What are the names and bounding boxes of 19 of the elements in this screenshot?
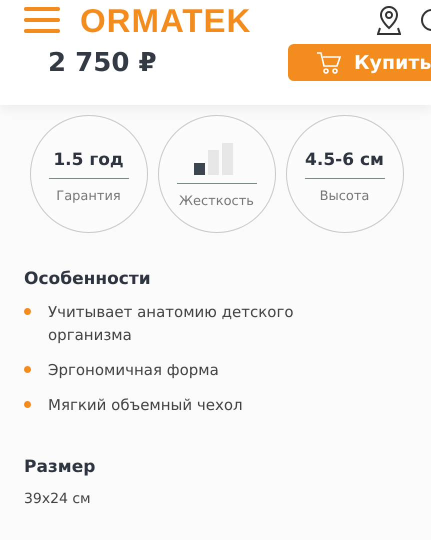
price: 2 750 ₽	[48, 48, 157, 78]
bullet-icon	[24, 308, 31, 315]
spec-value: 4.5-6 см	[305, 149, 384, 170]
spec-value: 1.5 год	[53, 149, 124, 170]
section-title: Размер	[24, 457, 96, 477]
spec-label: Высота	[320, 189, 370, 204]
bullet-icon	[24, 366, 31, 373]
feature-text: Эргономичная форма	[48, 360, 219, 381]
logo[interactable]: ORMATEK	[80, 4, 252, 36]
map-pin-icon[interactable]	[377, 5, 401, 35]
bullet-icon	[24, 401, 31, 408]
section-title: Особенности	[24, 269, 152, 289]
spec-label: Гарантия	[56, 189, 121, 204]
feature-text: Мягкий объемный чехол	[48, 395, 243, 416]
feature-text: Учитывает анатомию детского организма	[48, 302, 295, 346]
spec-label: Жесткость	[179, 194, 254, 209]
cart-icon	[316, 50, 342, 74]
buy-button[interactable]: Купить	[288, 44, 431, 81]
size-value: 39x24 см	[24, 491, 92, 507]
